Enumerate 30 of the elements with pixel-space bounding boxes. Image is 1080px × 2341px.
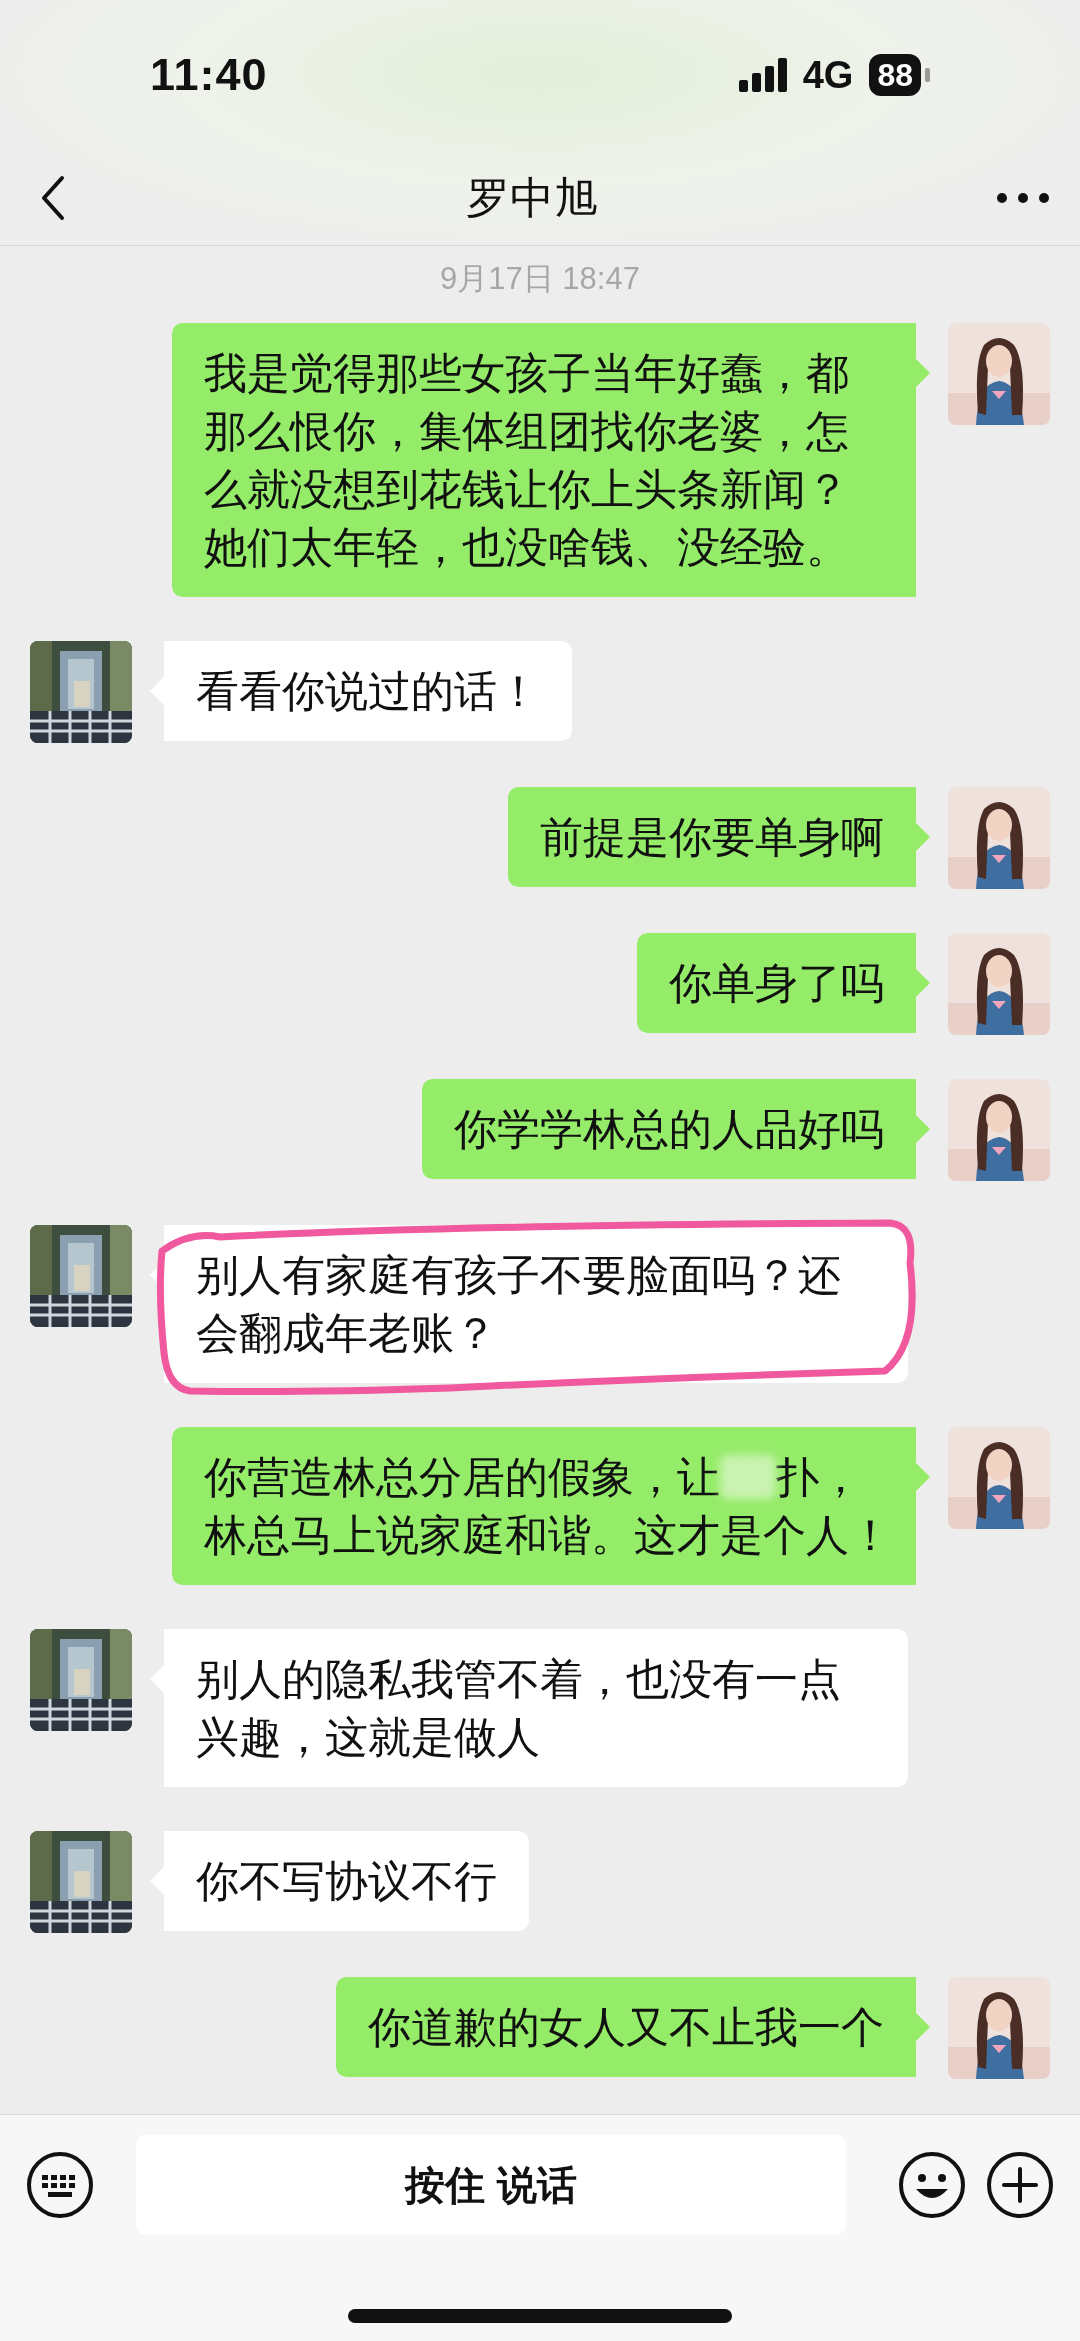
message-bubble[interactable]: 你营造林总分居的假象，让 扑， 林总马上说家庭和谐。这才是个人！ [172,1426,930,1585]
signal-icon [738,58,787,92]
message-bubble[interactable]: 我是觉得那些女孩子当年好蠢，都那么恨你，集体组团找你老婆，怎么就没想到花钱让你上头条新闻？她们太年轻，也没啥钱、没经验。 [172,322,930,597]
message-bubble[interactable]: 你道歉的女人又不止我一个 [336,1976,930,2077]
plus-button[interactable] [986,2151,1054,2219]
message-bubble[interactable]: 别人的隐私我管不着，也没有一点兴趣，这就是做人 [150,1628,908,1787]
message-bubble[interactable]: 看看你说过的话！ [150,640,572,741]
redaction-blur [720,1454,776,1499]
smiley-icon [898,2151,966,2219]
keyboard-icon [26,2151,94,2219]
timestamp: 9月17日 18:47 [440,260,640,298]
message-bubble[interactable]: 你学学林总的人品好吗 [422,1078,930,1179]
bubble-tail [916,1462,930,1491]
battery-tip-icon [925,68,930,82]
emoji-button[interactable] [898,2151,966,2219]
chat-title: 罗中旭 [466,171,598,224]
message-text: 你营造林总分居的假象，让 [204,1451,720,1503]
message-bubble[interactable]: 你不写协议不行 [150,1830,529,1931]
plus-icon [986,2151,1054,2219]
battery-level: 88 [869,54,921,96]
message-text: 林总马上说家庭和谐。这才是个人！ [204,1509,892,1561]
network-type: 4G [802,52,854,98]
message-bubble[interactable]: 别人有家庭有孩子不要脸面吗？还会翻成年老账？ [150,1224,908,1383]
message-bubble[interactable]: 前提是你要单身啊 [508,786,930,887]
hold-to-talk-button[interactable]: 按住 说话 [136,2135,846,2235]
keyboard-button[interactable] [26,2151,94,2219]
message-text: 扑， [776,1451,862,1503]
status-time: 11:40 [150,48,268,103]
more-icon [996,192,1050,205]
message-bubble[interactable]: 你单身了吗 [637,932,930,1033]
